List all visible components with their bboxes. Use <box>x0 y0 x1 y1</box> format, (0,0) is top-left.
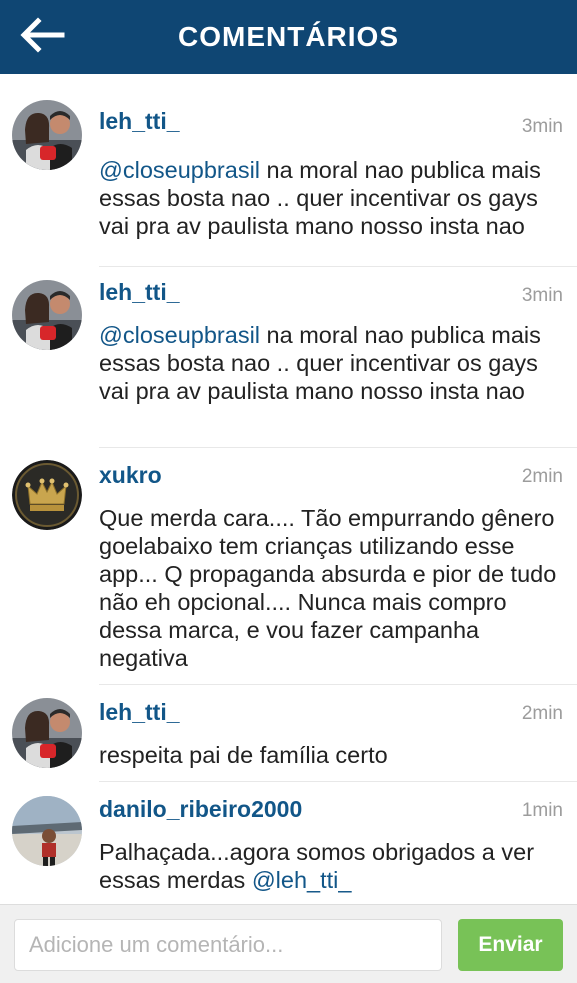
comment-username[interactable]: xukro <box>99 462 162 489</box>
comment-time: 2min <box>521 466 563 487</box>
avatar[interactable] <box>12 698 82 768</box>
comment-item: leh_tti_ 2min respeita pai de família ce… <box>0 685 577 781</box>
comment-time: 1min <box>521 800 563 821</box>
send-button[interactable]: Enviar <box>458 919 563 971</box>
comment-composer: Enviar <box>0 904 577 983</box>
comment-time: 2min <box>521 703 563 724</box>
comment-item: leh_tti_ 3min @closeupbrasil na moral na… <box>0 267 577 447</box>
comment-text: Que merda cara.... Tão empurrando gênero… <box>99 505 557 671</box>
page-title: COMENTÁRIOS <box>178 21 399 52</box>
comment-username[interactable]: leh_tti_ <box>99 108 180 135</box>
back-button[interactable] <box>18 15 66 55</box>
mention-link[interactable]: @closeupbrasil <box>99 322 260 348</box>
comment-username[interactable]: leh_tti_ <box>99 699 180 726</box>
comment-time: 3min <box>521 285 563 306</box>
avatar[interactable] <box>12 280 82 350</box>
back-arrow-icon <box>20 17 65 53</box>
avatar[interactable] <box>12 100 82 170</box>
mention-link[interactable]: @leh_tti_ <box>252 867 352 893</box>
avatar[interactable] <box>12 796 82 866</box>
comment-text: Palhaçada...agora somos obrigados a ver … <box>99 838 565 894</box>
comment-text: @closeupbrasil na moral nao publica mais… <box>99 321 565 405</box>
comment-text: @closeupbrasil na moral nao publica mais… <box>99 156 565 240</box>
comment-item: xukro 2min Que merda cara.... Tão empurr… <box>0 448 577 684</box>
comment-username[interactable]: danilo_ribeiro2000 <box>99 796 302 823</box>
comment-item: leh_tti_ 3min @closeupbrasil na moral na… <box>0 86 577 266</box>
comment-item: danilo_ribeiro2000 1min Palhaçada...agor… <box>0 782 577 904</box>
comment-input[interactable] <box>14 919 442 971</box>
comment-time: 3min <box>521 116 563 137</box>
comment-text: respeita pai de família certo <box>99 742 388 768</box>
comments-list[interactable]: leh_tti_ 3min @closeupbrasil na moral na… <box>0 74 577 904</box>
mention-link[interactable]: @closeupbrasil <box>99 157 260 183</box>
header-bar: COMENTÁRIOS <box>0 0 577 74</box>
comment-username[interactable]: leh_tti_ <box>99 279 180 306</box>
avatar[interactable] <box>12 460 82 530</box>
